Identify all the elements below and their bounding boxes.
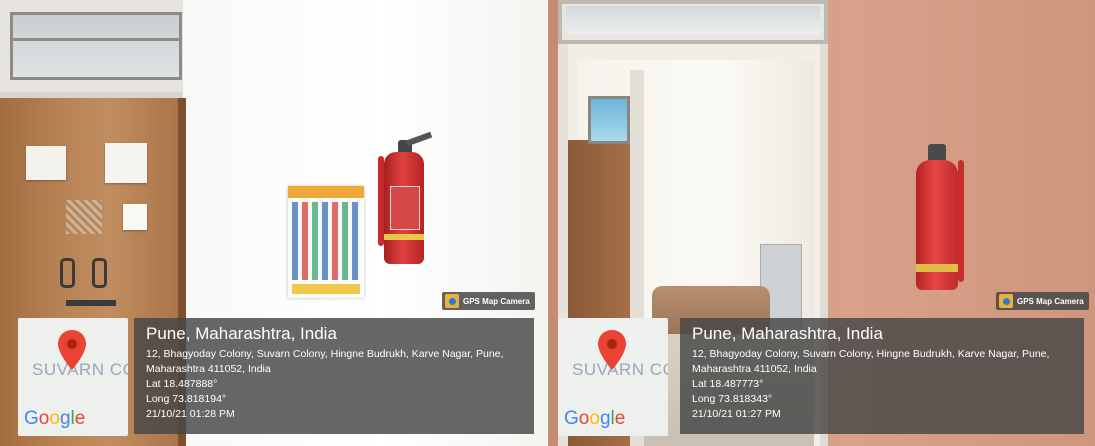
- longitude-text: Long 73.818194°: [146, 393, 227, 405]
- map-thumbnail: SUVARN COL Google: [18, 318, 128, 436]
- photo-right: GPS Map Camera SUVARN COL Google Pune, M…: [548, 0, 1095, 446]
- location-overlay: Pune, Maharashtra, India 12, Bhagyoday C…: [680, 318, 1084, 434]
- latitude-text: Lat 18.487773°: [692, 378, 764, 390]
- notice-paper: [105, 143, 147, 183]
- safety-poster: [288, 186, 364, 298]
- google-logo: Google: [24, 408, 86, 429]
- tape-residue: [66, 200, 102, 234]
- datetime-text: 21/10/21 01:27 PM: [692, 408, 781, 420]
- latitude-text: Lat 18.487888°: [146, 378, 218, 390]
- notice-paper: [26, 146, 66, 180]
- location-title: Pune, Maharashtra, India: [146, 324, 337, 343]
- corridor-window: [588, 96, 630, 144]
- fire-extinguisher: [376, 131, 436, 270]
- door-bolt: [66, 300, 116, 306]
- location-title: Pune, Maharashtra, India: [692, 324, 883, 343]
- gps-map-camera-badge: GPS Map Camera: [442, 292, 535, 310]
- map-pin-icon: [598, 330, 626, 370]
- map-thumbnail: SUVARN COL Google: [558, 318, 668, 436]
- gps-camera-icon: [999, 294, 1013, 308]
- fire-extinguisher: [910, 140, 972, 292]
- notice-paper: [123, 204, 147, 230]
- photo-left: GPS Map Camera SUVARN COL Google Pune, M…: [0, 0, 547, 446]
- longitude-text: Long 73.818343°: [692, 393, 773, 405]
- window-glass: [10, 12, 182, 80]
- gps-camera-icon: [445, 294, 459, 308]
- address-text: 12, Bhagyoday Colony, Suvarn Colony, Hin…: [146, 348, 504, 375]
- door-latch: [60, 258, 75, 288]
- gps-map-camera-badge: GPS Map Camera: [996, 292, 1089, 310]
- location-overlay: Pune, Maharashtra, India 12, Bhagyoday C…: [134, 318, 534, 434]
- door-latch: [92, 258, 107, 288]
- datetime-text: 21/10/21 01:28 PM: [146, 408, 235, 420]
- map-pin-icon: [58, 330, 86, 370]
- google-logo: Google: [564, 408, 626, 429]
- address-text: 12, Bhagyoday Colony, Suvarn Colony, Hin…: [692, 348, 1050, 375]
